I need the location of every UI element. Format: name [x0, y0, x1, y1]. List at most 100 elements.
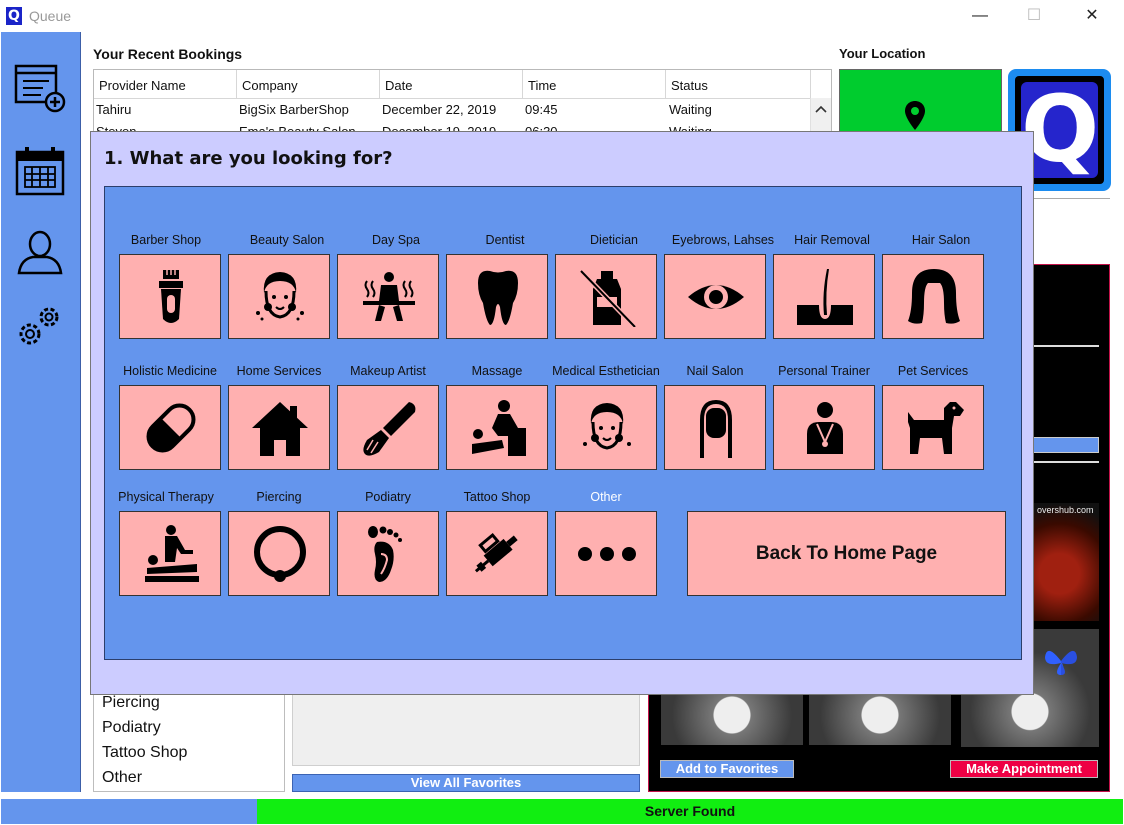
category-button-podiatry[interactable] — [337, 511, 439, 596]
category-label: Dentist — [485, 233, 525, 247]
eye-icon — [688, 285, 744, 309]
window-title: Queue — [29, 8, 72, 24]
app-logo-icon: Q — [6, 7, 22, 25]
make-appointment-button[interactable]: Make Appointment — [950, 760, 1098, 778]
category-label: Holistic Medicine — [123, 364, 217, 378]
category-button-day-spa[interactable] — [337, 254, 439, 339]
category-label: Tattoo Shop — [463, 490, 531, 504]
column-header[interactable]: Status — [666, 70, 811, 99]
category-button-massage[interactable] — [446, 385, 548, 470]
clipper-icon — [159, 270, 183, 323]
category-button-pet-services[interactable] — [882, 385, 984, 470]
category-button-dentist[interactable] — [446, 254, 548, 339]
category-label: Eyebrows, Lahses — [671, 233, 775, 247]
location-title: Your Location — [839, 46, 926, 61]
profile-icon[interactable] — [13, 226, 69, 282]
bookings-table: Provider Name Company Date Time Status T… — [93, 69, 832, 139]
category-button-tattoo-shop[interactable] — [446, 511, 548, 596]
table-cell[interactable]: Tahiru — [96, 102, 131, 117]
hair-follicle-icon — [797, 269, 853, 325]
list-item[interactable]: Tattoo Shop — [102, 744, 187, 762]
category-button-physical-therapy[interactable] — [119, 511, 221, 596]
category-button-dietician[interactable] — [555, 254, 657, 339]
house-icon — [252, 402, 308, 456]
list-item[interactable]: Other — [102, 769, 142, 787]
category-label: Makeup Artist — [350, 364, 426, 378]
category-button-medical-esthetician[interactable] — [555, 385, 657, 470]
panel-bar — [1033, 437, 1099, 453]
category-label: Pet Services — [897, 364, 969, 378]
category-label: Hair Removal — [794, 233, 870, 247]
no-bottle-icon — [579, 269, 637, 327]
trainer-icon — [807, 402, 843, 454]
category-dialog: 1. What are you looking for? Barber Shop… — [90, 131, 1034, 695]
category-button-holistic-medicine[interactable] — [119, 385, 221, 470]
category-button-home-services[interactable] — [228, 385, 330, 470]
divider — [1033, 461, 1099, 463]
category-button-eyebrows-lashes[interactable] — [664, 254, 766, 339]
dog-icon — [908, 402, 964, 454]
category-button-hair-removal[interactable] — [773, 254, 875, 339]
minimize-button[interactable]: — — [970, 6, 990, 26]
category-label: Massage — [471, 364, 523, 378]
category-label: Piercing — [256, 490, 302, 504]
recent-bookings-title: Your Recent Bookings — [93, 46, 243, 62]
provider-photo[interactable]: overshub.com — [1033, 503, 1099, 621]
favorites-box — [292, 690, 640, 766]
table-cell[interactable]: December 22, 2019 — [382, 102, 496, 117]
tooth-icon — [478, 270, 518, 325]
new-booking-icon[interactable] — [13, 58, 69, 114]
table-cell[interactable]: Waiting — [669, 102, 712, 117]
hair-icon — [908, 269, 960, 324]
category-list[interactable]: Piercing Podiatry Tattoo Shop Other — [93, 690, 285, 792]
category-label: Personal Trainer — [778, 364, 870, 378]
column-header[interactable]: Time — [523, 70, 666, 99]
category-button-beauty-salon[interactable] — [228, 254, 330, 339]
sidebar — [1, 32, 81, 792]
category-label: Beauty Salon — [249, 233, 325, 247]
category-label: Dietician — [590, 233, 638, 247]
add-to-favorites-button[interactable]: Add to Favorites — [660, 760, 794, 778]
maximize-button[interactable]: ☐ — [1024, 6, 1044, 26]
ring-icon — [254, 526, 306, 582]
back-to-home-button[interactable]: Back To Home Page — [687, 511, 1006, 596]
title-bar: Q Queue — ☐ ✕ — [0, 0, 1124, 32]
category-button-barber-shop[interactable] — [119, 254, 221, 339]
settings-icon[interactable] — [13, 300, 69, 356]
butterfly-icon — [1045, 650, 1077, 675]
calendar-icon[interactable] — [13, 144, 69, 200]
category-button-nail-salon[interactable] — [664, 385, 766, 470]
close-button[interactable]: ✕ — [1082, 6, 1102, 26]
category-label: Hair Salon — [911, 233, 971, 247]
nail-icon — [700, 399, 732, 458]
list-item[interactable]: Piercing — [102, 694, 160, 712]
view-all-favorites-button[interactable]: View All Favorites — [292, 774, 640, 792]
column-header[interactable]: Date — [380, 70, 523, 99]
category-label: Home Services — [236, 364, 322, 378]
category-label: Barber Shop — [130, 233, 202, 247]
category-label: Podiatry — [365, 490, 411, 504]
category-button-hair-salon[interactable] — [882, 254, 984, 339]
foot-icon — [368, 526, 402, 582]
column-header[interactable]: Provider Name — [94, 70, 237, 99]
list-item[interactable]: Podiatry — [102, 719, 161, 737]
divider — [1033, 345, 1099, 347]
column-header[interactable]: Company — [237, 70, 380, 99]
category-button-makeup-artist[interactable] — [337, 385, 439, 470]
table-cell[interactable]: 09:45 — [525, 102, 558, 117]
sauna-icon — [363, 272, 415, 321]
category-button-piercing[interactable] — [228, 511, 330, 596]
category-label: Physical Therapy — [118, 490, 214, 504]
category-label: Other — [590, 490, 622, 504]
pill-icon — [146, 403, 196, 453]
category-panel: Barber Shop Beauty Salon Day Spa Dentist… — [104, 186, 1022, 660]
category-label: Day Spa — [372, 233, 420, 247]
map-pin-icon — [905, 101, 925, 130]
face-mask-icon — [256, 272, 304, 321]
location-map[interactable] — [839, 69, 1002, 133]
makeup-brush-icon — [363, 402, 416, 456]
table-cell[interactable]: BigSix BarberShop — [239, 102, 349, 117]
category-button-personal-trainer[interactable] — [773, 385, 875, 470]
scroll-up-icon[interactable] — [811, 98, 831, 118]
category-button-other[interactable] — [555, 511, 657, 596]
